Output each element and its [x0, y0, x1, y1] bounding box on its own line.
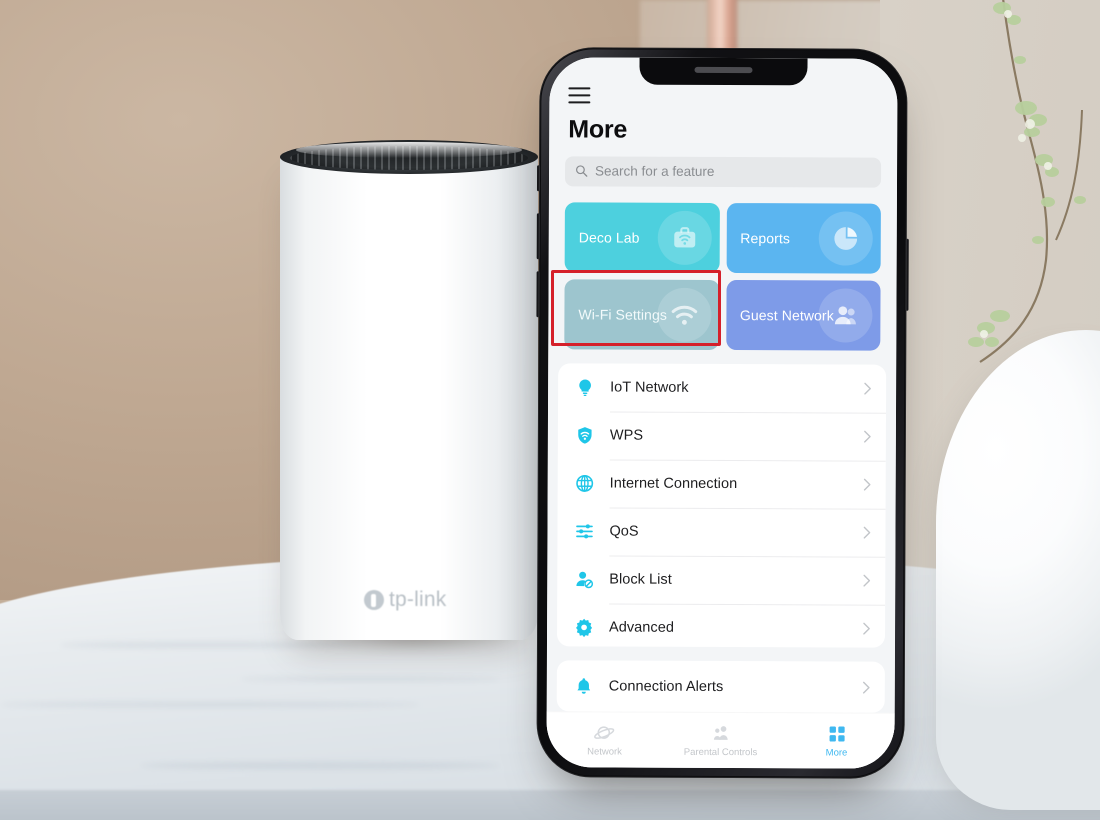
tile-guest-network-label: Guest Network [739, 306, 834, 324]
feature-list-secondary: Connection Alerts [556, 660, 885, 713]
phone-notch [639, 57, 808, 86]
globe-icon [574, 472, 596, 494]
tab-parental-controls[interactable]: Parental Controls [662, 723, 778, 758]
tp-link-logo-text: tp-link [389, 588, 447, 611]
list-item-label: Connection Alerts [608, 678, 724, 695]
bottom-tab-bar: Network Parental Controls More [546, 711, 895, 769]
list-item-iot-network[interactable]: IoT Network [558, 363, 886, 412]
chevron-right-icon [863, 622, 870, 635]
tile-deco-lab-label: Deco Lab [578, 228, 640, 246]
list-item-advanced[interactable]: Advanced [557, 603, 885, 648]
list-item-label: Internet Connection [609, 475, 738, 492]
silent-switch[interactable] [536, 165, 541, 192]
plant-branches [968, 0, 1086, 363]
planet-icon [594, 723, 616, 743]
background-photo-scene: tp-link More Search for a feature Deco L… [0, 0, 1100, 820]
list-item-label: IoT Network [610, 379, 689, 396]
bell-icon [573, 675, 595, 697]
feature-tile-grid: Deco Lab Reports Wi-Fi Settings Guest Ne… [564, 201, 881, 351]
tile-deco-lab[interactable]: Deco Lab [564, 201, 720, 273]
earpiece-speaker [694, 66, 753, 74]
list-item-connection-alerts[interactable]: Connection Alerts [557, 660, 885, 713]
chevron-right-icon [863, 478, 871, 491]
volume-up-button[interactable] [536, 213, 540, 260]
list-item-block-list[interactable]: Block List [557, 555, 885, 604]
briefcase-wifi-icon [657, 210, 712, 265]
list-item-label: WPS [609, 427, 644, 444]
deco-router-body [280, 150, 538, 640]
list-item-wps[interactable]: WPS [558, 411, 886, 460]
lightbulb-icon [574, 376, 596, 398]
tab-network-label: Network [587, 745, 622, 758]
power-button[interactable] [905, 238, 909, 311]
tile-wifi-settings[interactable]: Wi-Fi Settings [564, 278, 720, 350]
table-edge [0, 790, 1100, 820]
hamburger-menu-icon[interactable] [568, 87, 591, 104]
tile-guest-network[interactable]: Guest Network [725, 279, 881, 351]
deco-router-top-highlight [296, 142, 522, 158]
list-item-internet-connection[interactable]: Internet Connection [558, 459, 886, 508]
list-item-label: Advanced [609, 619, 675, 636]
volume-down-button[interactable] [536, 271, 540, 318]
tab-more-label: More [825, 746, 848, 759]
tp-link-logo: tp-link [364, 588, 446, 612]
deco-app: More Search for a feature Deco Lab Repor… [546, 57, 898, 769]
gear-icon [573, 616, 595, 638]
chevron-right-icon [862, 681, 870, 694]
list-item-label: Block List [609, 571, 672, 588]
tab-network[interactable]: Network [546, 723, 662, 758]
phone-screen: More Search for a feature Deco Lab Repor… [546, 57, 898, 769]
list-item-label: QoS [609, 523, 639, 540]
smartphone-device: More Search for a feature Deco Lab Repor… [536, 47, 909, 779]
person-block-icon [573, 568, 595, 590]
pie-chart-icon [818, 210, 873, 266]
tile-reports-label: Reports [740, 229, 791, 246]
tile-wifi-settings-label: Wi-Fi Settings [578, 305, 667, 323]
chevron-right-icon [863, 574, 871, 587]
tile-reports[interactable]: Reports [726, 202, 881, 274]
chevron-right-icon [864, 382, 871, 395]
page-title: More [568, 115, 628, 144]
chevron-right-icon [864, 430, 871, 443]
grid-apps-icon [826, 724, 848, 744]
family-icon [710, 723, 732, 743]
list-item-qos[interactable]: QoS [557, 507, 885, 556]
chevron-right-icon [863, 526, 871, 539]
search-icon [575, 165, 588, 178]
search-input[interactable]: Search for a feature [564, 156, 882, 188]
shield-wifi-icon [574, 424, 596, 446]
tab-parental-controls-label: Parental Controls [683, 746, 758, 758]
search-placeholder: Search for a feature [595, 163, 715, 180]
feature-list-primary: IoT Network WPS Internet Connection QoS … [556, 362, 887, 648]
tab-more[interactable]: More [778, 724, 894, 759]
sliders-icon [573, 520, 595, 542]
